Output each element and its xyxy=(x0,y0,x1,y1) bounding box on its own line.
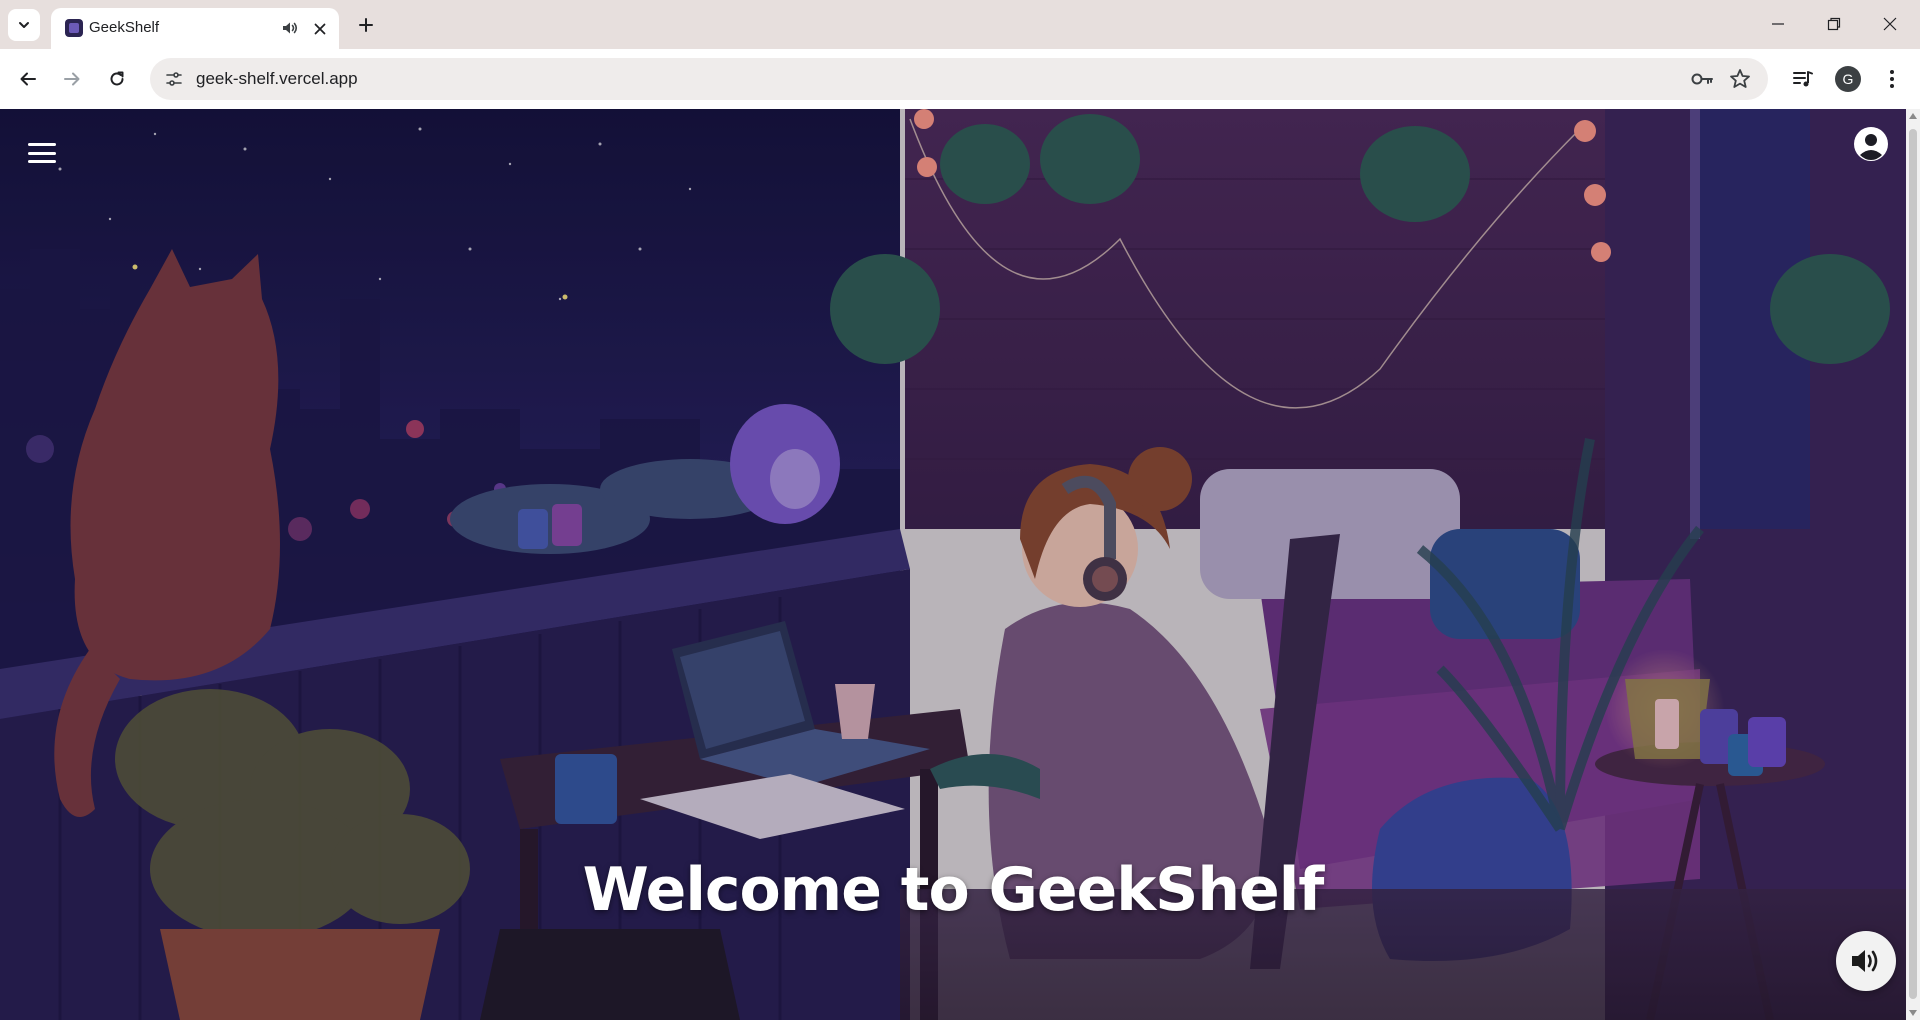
forward-button[interactable] xyxy=(54,61,90,97)
restore-icon xyxy=(1827,17,1841,31)
close-icon xyxy=(314,23,326,35)
chevron-down-icon xyxy=(19,22,29,28)
volume-up-icon xyxy=(1852,950,1878,972)
user-circle-icon[interactable] xyxy=(1852,125,1890,163)
restore-button[interactable] xyxy=(1806,0,1862,48)
reload-icon xyxy=(110,71,124,86)
close-icon xyxy=(1883,17,1897,31)
tab-search-button[interactable] xyxy=(8,9,40,41)
plus-icon xyxy=(359,18,373,32)
browser-toolbar: geek-shelf.vercel.app G xyxy=(0,49,1920,109)
browser-tabstrip: GeekShelf xyxy=(0,0,1920,49)
back-button[interactable] xyxy=(10,61,46,97)
arrow-left-icon xyxy=(20,72,36,86)
star-icon[interactable] xyxy=(1728,67,1752,91)
minimize-button[interactable] xyxy=(1750,0,1806,48)
hamburger-menu-button[interactable] xyxy=(26,139,58,167)
reload-button[interactable] xyxy=(99,61,135,97)
key-icon[interactable] xyxy=(1690,68,1714,90)
profile-avatar-button[interactable]: G xyxy=(1835,66,1861,92)
scroll-up-arrow[interactable] xyxy=(1909,113,1917,119)
page-viewport: Welcome to GeekShelf xyxy=(0,109,1906,1020)
minimize-icon xyxy=(1772,23,1784,25)
page-scrollbar[interactable] xyxy=(1906,109,1920,1020)
sound-toggle-button[interactable] xyxy=(1836,931,1896,991)
tab-close-button[interactable] xyxy=(309,18,331,40)
media-controls-button[interactable] xyxy=(1787,63,1819,95)
kebab-menu-icon xyxy=(1890,70,1894,88)
speaker-icon[interactable] xyxy=(280,18,300,38)
close-window-button[interactable] xyxy=(1862,0,1918,48)
tab-title: GeekShelf xyxy=(89,19,160,36)
media-queue-icon xyxy=(1793,71,1813,87)
address-bar[interactable]: geek-shelf.vercel.app xyxy=(150,58,1768,100)
arrow-right-icon xyxy=(64,72,80,86)
url-text[interactable]: geek-shelf.vercel.app xyxy=(196,69,358,89)
tune-icon xyxy=(166,72,182,86)
scrollbar-thumb[interactable] xyxy=(1909,129,1917,999)
geekshelf-favicon xyxy=(65,19,83,37)
browser-menu-button[interactable] xyxy=(1876,63,1908,95)
hamburger-icon xyxy=(28,143,56,146)
scroll-down-arrow[interactable] xyxy=(1909,1010,1917,1016)
new-tab-button[interactable] xyxy=(352,11,380,39)
site-info-button[interactable] xyxy=(162,67,186,91)
hero-title: Welcome to GeekShelf xyxy=(582,855,1325,925)
browser-tab-active[interactable]: GeekShelf xyxy=(51,8,339,49)
